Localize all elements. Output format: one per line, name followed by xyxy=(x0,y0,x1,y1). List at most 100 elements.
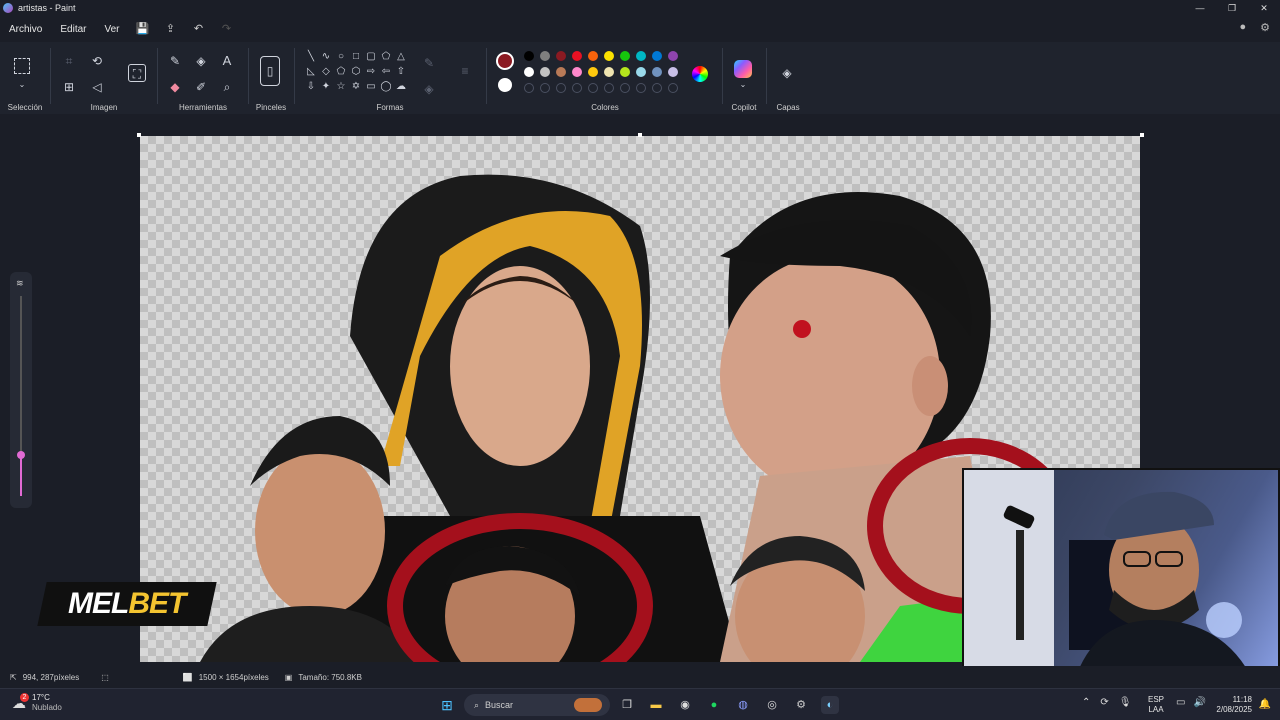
canvas-size-icon: ⬜ xyxy=(182,672,193,682)
palette-swatch[interactable] xyxy=(652,67,662,77)
custom-color-slot[interactable] xyxy=(556,83,566,93)
color-picker-icon[interactable]: ✐ xyxy=(192,78,210,96)
microphone-icon[interactable]: 🎙 xyxy=(1119,697,1132,708)
shape-outline-icon[interactable]: ✎ xyxy=(420,54,438,72)
palette-swatch[interactable] xyxy=(556,67,566,77)
palette-swatch[interactable] xyxy=(524,67,534,77)
minimize-button[interactable]: — xyxy=(1184,0,1216,16)
image-size: ⬜ 1500 × 1654píxeles xyxy=(182,672,269,682)
custom-color-slot[interactable] xyxy=(524,83,534,93)
settings-gear-icon[interactable]: ⚙ xyxy=(1260,21,1270,34)
zoom-thumb[interactable] xyxy=(17,451,25,459)
palette-swatch[interactable] xyxy=(620,51,630,61)
palette-swatch[interactable] xyxy=(620,67,630,77)
label-pinceles: Pinceles xyxy=(255,103,287,112)
taskbar: ☁ 2 17°C Nublado ⊞ ⌕ Buscar ❐ ▬ ◉ ● ◍ ◎ … xyxy=(0,688,1280,720)
label-formas: Formas xyxy=(376,103,404,112)
save-icon[interactable]: 💾 xyxy=(135,21,151,37)
custom-color-slot[interactable] xyxy=(620,83,630,93)
menu-editar[interactable]: Editar xyxy=(51,24,95,35)
palette-swatch[interactable] xyxy=(668,51,678,61)
search-icon: ⌕ xyxy=(474,699,480,710)
chevron-down-icon[interactable]: ⌄ xyxy=(13,76,31,94)
spotify-icon[interactable]: ● xyxy=(705,696,723,714)
palette-swatch[interactable] xyxy=(572,51,582,61)
palette-swatch[interactable] xyxy=(588,51,598,61)
menu-ver[interactable]: Ver xyxy=(95,24,128,35)
palette-swatch[interactable] xyxy=(540,51,550,61)
language-indicator[interactable]: ESP LAA xyxy=(1148,695,1164,715)
palette-swatch[interactable] xyxy=(604,51,614,61)
chevron-up-icon[interactable]: ⌃ xyxy=(1082,697,1090,708)
zoom-slider[interactable]: ≋ xyxy=(10,272,32,508)
chevron-down-icon[interactable]: ⌄ xyxy=(734,76,752,94)
account-icon[interactable]: ● xyxy=(1239,21,1246,34)
palette-swatch[interactable] xyxy=(636,51,646,61)
discord-icon[interactable]: ◍ xyxy=(734,696,752,714)
palette-swatch[interactable] xyxy=(652,51,662,61)
redo-icon[interactable]: ↷ xyxy=(219,21,235,37)
undo-icon[interactable]: ↶ xyxy=(191,21,207,37)
layers-icon[interactable]: ◈ xyxy=(778,64,796,82)
cloud-icon: ☁ 2 xyxy=(12,692,29,712)
menu-archivo[interactable]: Archivo xyxy=(0,24,51,35)
file-explorer-icon[interactable]: ▬ xyxy=(647,696,665,714)
search-box[interactable]: ⌕ Buscar xyxy=(464,694,610,716)
eraser-icon[interactable]: ◆ xyxy=(166,78,184,96)
edit-colors-icon[interactable] xyxy=(692,66,708,82)
pencil-icon[interactable]: ✎ xyxy=(166,52,184,70)
shape-size-icon[interactable]: ≡ xyxy=(456,62,474,80)
custom-color-slot[interactable] xyxy=(540,83,550,93)
resize-icon[interactable]: ⊞ xyxy=(60,78,78,96)
magnifier-icon[interactable]: ⌕ xyxy=(218,78,236,96)
selection-rect-icon[interactable] xyxy=(14,58,30,74)
palette-swatch[interactable] xyxy=(572,67,582,77)
windows-start-icon[interactable]: ⊞ xyxy=(438,696,456,714)
palette-swatch[interactable] xyxy=(636,67,646,77)
weather-desc: Nublado xyxy=(32,703,62,712)
weather-badge: 2 xyxy=(20,692,29,702)
background-remove-icon[interactable]: ⛶ xyxy=(128,64,146,82)
custom-color-slot[interactable] xyxy=(652,83,662,93)
label-seleccion: Selección xyxy=(7,103,43,112)
status-bar: ⇱ 994, 287píxeles ⬚ ⬜ 1500 × 1654píxeles… xyxy=(0,666,1280,688)
maximize-button[interactable]: ❐ xyxy=(1216,0,1248,16)
secondary-color-swatch[interactable] xyxy=(498,78,512,92)
paint-taskbar-icon[interactable]: ◐ xyxy=(821,696,839,714)
label-copilot: Copilot xyxy=(731,103,757,112)
close-button[interactable]: ✕ xyxy=(1248,0,1280,16)
shape-fill-icon[interactable]: ◈ xyxy=(420,80,438,98)
custom-color-slot[interactable] xyxy=(604,83,614,93)
custom-color-slot[interactable] xyxy=(636,83,646,93)
palette-swatch[interactable] xyxy=(524,51,534,61)
window-title: artistas - Paint xyxy=(18,3,76,13)
clock[interactable]: 11:18 2/08/2025 xyxy=(1210,695,1252,715)
file-size: ▣ Tamaño: 750.8KB xyxy=(284,672,362,682)
custom-color-slot[interactable] xyxy=(588,83,598,93)
sync-icon[interactable]: ⟳ xyxy=(1100,697,1108,708)
crop-icon[interactable]: ⌗ xyxy=(60,52,78,70)
chrome-icon[interactable]: ◎ xyxy=(763,696,781,714)
obs-icon[interactable]: ◉ xyxy=(676,696,694,714)
shape-callout-cloud-icon[interactable]: ☁ xyxy=(392,78,410,96)
share-icon[interactable]: ⇪ xyxy=(163,21,179,37)
fill-bucket-icon[interactable]: ◈ xyxy=(192,52,210,70)
custom-color-slot[interactable] xyxy=(572,83,582,93)
flip-icon[interactable]: ◁ xyxy=(88,78,106,96)
notification-bell-icon[interactable]: 🔔 xyxy=(1256,696,1274,714)
network-icon[interactable]: ▭ xyxy=(1176,697,1185,708)
brush-icon[interactable]: ▯ xyxy=(260,56,280,86)
palette-swatch[interactable] xyxy=(540,67,550,77)
custom-color-slot[interactable] xyxy=(668,83,678,93)
primary-color-swatch[interactable] xyxy=(496,52,514,70)
palette-swatch[interactable] xyxy=(556,51,566,61)
text-icon[interactable]: A xyxy=(218,52,236,70)
task-view-icon[interactable]: ❐ xyxy=(618,696,636,714)
palette-swatch[interactable] xyxy=(588,67,598,77)
weather-widget[interactable]: ☁ 2 17°C Nublado xyxy=(12,692,62,713)
palette-swatch[interactable] xyxy=(668,67,678,77)
settings-icon[interactable]: ⚙ xyxy=(792,696,810,714)
rotate-icon[interactable]: ⟲ xyxy=(88,52,106,70)
palette-swatch[interactable] xyxy=(604,67,614,77)
volume-icon[interactable]: 🔊 xyxy=(1193,697,1205,708)
